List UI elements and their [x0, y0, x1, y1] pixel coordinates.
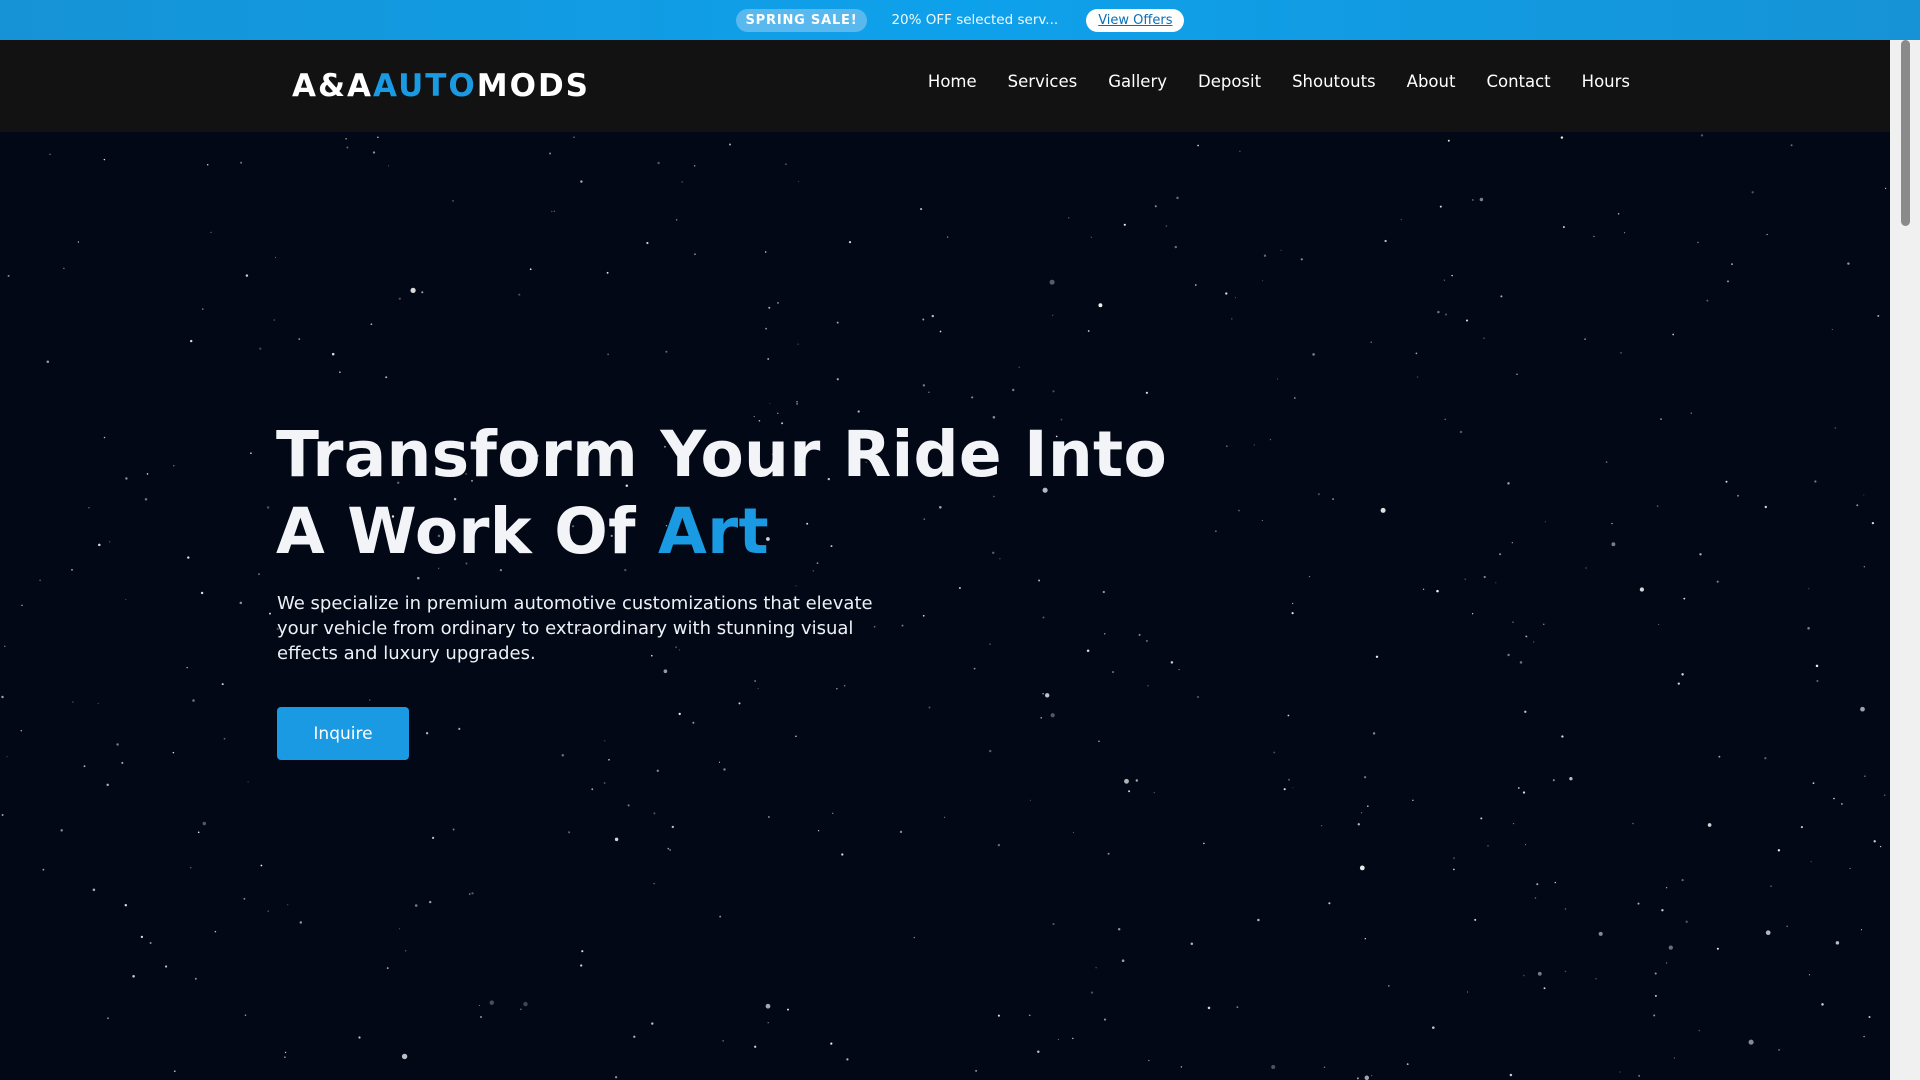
page: SPRING SALE! 20% OFF selected serv... Vi… [0, 0, 1920, 1080]
nav-home[interactable]: Home [928, 72, 977, 91]
logo-text-mods: MODS [476, 68, 591, 104]
logo-text-auto: AUTO [373, 68, 477, 104]
nav-deposit[interactable]: Deposit [1198, 72, 1261, 91]
hero-section: Transform Your Ride Into A Work Of Art W… [0, 132, 1890, 1080]
promo-text: 20% OFF selected serv... [891, 12, 1059, 28]
inquire-button[interactable]: Inquire [277, 707, 409, 760]
nav-services[interactable]: Services [1008, 72, 1078, 91]
hero-title-line1: Transform Your Ride Into [276, 418, 1168, 491]
main-nav: Home Services Gallery Deposit Shoutouts … [928, 72, 1630, 91]
promo-badge: SPRING SALE! [735, 8, 868, 32]
nav-hours[interactable]: Hours [1582, 72, 1630, 91]
view-offers-button[interactable]: View Offers [1086, 8, 1185, 32]
site-logo[interactable]: A&AAUTOMODS [292, 68, 590, 104]
nav-contact[interactable]: Contact [1486, 72, 1550, 91]
site-header: A&AAUTOMODS Home Services Gallery Deposi… [0, 40, 1920, 132]
scrollbar-thumb[interactable] [1901, 40, 1910, 226]
page-scrollbar[interactable] [1890, 40, 1920, 1080]
nav-shoutouts[interactable]: Shoutouts [1292, 72, 1376, 91]
promo-bar: SPRING SALE! 20% OFF selected serv... Vi… [0, 0, 1920, 40]
nav-gallery[interactable]: Gallery [1108, 72, 1167, 91]
hero-description: We specialize in premium automotive cust… [277, 593, 873, 664]
hero-title: Transform Your Ride Into A Work Of Art [276, 416, 1167, 570]
logo-text-aa: A&A [292, 68, 374, 104]
hero-title-line2: A Work Of [276, 495, 659, 568]
nav-about[interactable]: About [1407, 72, 1456, 91]
hero-title-accent: Art [658, 495, 769, 568]
